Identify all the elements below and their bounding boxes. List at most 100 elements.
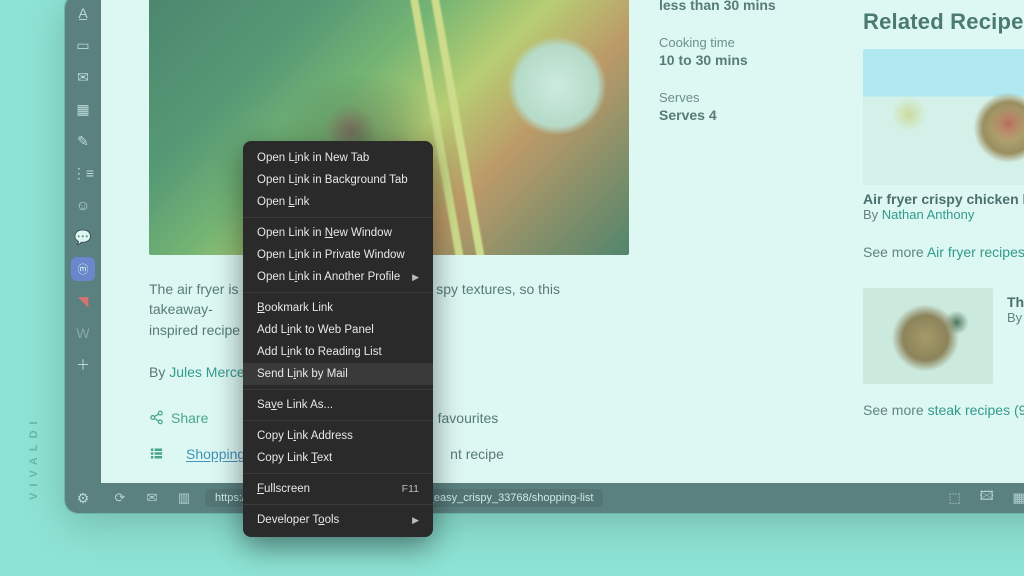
list-icon <box>149 446 164 461</box>
desc-frag-3: inspired recipe <box>149 322 240 338</box>
contacts-icon[interactable]: ☺ <box>71 193 95 217</box>
context-menu-item-label: Open Link in New Window <box>257 227 392 239</box>
context-menu-item[interactable]: Developer Tools ▶ <box>243 509 433 531</box>
tasks-icon[interactable]: ✎ <box>71 129 95 153</box>
browser-window: A̲ ▭ ✉ ▦ ✎ ⋮≡ ☺ 💬 ⓜ ◥ W ＋ ⚙ The air frye… <box>64 0 1024 514</box>
context-menu-item-label: Add Link to Reading List <box>257 346 382 358</box>
related-card-1-byline: By Nathan Anthony <box>863 207 1024 222</box>
context-menu-item-label: Copy Link Text <box>257 452 332 464</box>
context-menu-item-label: Save Link As... <box>257 399 333 411</box>
context-menu-item-label: Add Link to Web Panel <box>257 324 374 336</box>
context-menu-item[interactable]: Copy Link Address <box>243 425 433 447</box>
panel-sidebar: A̲ ▭ ✉ ▦ ✎ ⋮≡ ☺ 💬 ⓜ ◥ W ＋ ⚙ <box>65 0 101 513</box>
chevron-right-icon: ▶ <box>412 515 419 526</box>
related-card-2-image <box>863 288 993 384</box>
context-menu-separator <box>243 420 433 421</box>
see-more-steak: See more steak recipes (94) <box>863 402 1024 418</box>
context-menu-item-label: Send Link by Mail <box>257 368 348 380</box>
rc1-by-prefix: By <box>863 207 882 222</box>
context-menu-item[interactable]: Copy Link Text <box>243 447 433 469</box>
context-menu-item[interactable]: Open Link <box>243 191 433 213</box>
related-card-1[interactable]: Air fryer crispy chicken burger By Natha… <box>863 49 1024 260</box>
context-menu-item-label: Open Link in Background Tab <box>257 174 408 186</box>
context-menu-item[interactable]: Add Link to Reading List <box>243 341 433 363</box>
context-menu-separator <box>243 292 433 293</box>
related-card-1-title: Air fryer crispy chicken burger <box>863 191 1024 207</box>
desc-frag-1: The air fryer is <box>149 281 238 297</box>
share-icon <box>149 410 164 425</box>
context-menu-separator <box>243 389 433 390</box>
context-menu-item-label: Open Link in Another Profile <box>257 271 400 283</box>
chat-icon[interactable]: 💬 <box>71 225 95 249</box>
related-card-1-image <box>863 49 1024 185</box>
serves-value: Serves 4 <box>659 107 849 123</box>
context-menu-separator <box>243 473 433 474</box>
serves-block: Serves Serves 4 <box>659 90 849 123</box>
sm2-prefix: See more <box>863 402 928 418</box>
add-panel-icon[interactable]: ＋ <box>71 353 95 377</box>
related-card-2[interactable]: Thai basil By Mary Be <box>863 288 1024 384</box>
context-menu-item[interactable]: Open Link in New Window <box>243 222 433 244</box>
see-more-airfryer-link[interactable]: Air fryer recipes (53) <box>927 244 1024 260</box>
related-card-2-byline: By Mary Be <box>1007 310 1024 325</box>
context-menu-item-label: Copy Link Address <box>257 430 353 442</box>
context-menu-separator <box>243 217 433 218</box>
context-menu-item-label: Bookmark Link <box>257 302 333 314</box>
context-menu-item[interactable]: Fullscreen F11 <box>243 478 433 500</box>
recipe-author-link[interactable]: Jules Mercer <box>169 364 249 380</box>
serves-label: Serves <box>659 90 849 105</box>
related-card-2-title: Thai basil <box>1007 294 1024 310</box>
vivaldi-icon[interactable]: ◥ <box>71 289 95 313</box>
context-menu-item[interactable]: Open Link in Background Tab <box>243 169 433 191</box>
share-label: Share <box>171 410 208 426</box>
context-menu-item-label: Open Link <box>257 196 309 208</box>
mail-icon[interactable]: ✉ <box>71 65 95 89</box>
see-more-airfryer: See more Air fryer recipes (53) <box>863 244 1024 260</box>
context-menu-item[interactable]: Bookmark Link <box>243 297 433 319</box>
by-prefix: By <box>149 364 169 380</box>
page-actions-icon[interactable]: ▦ <box>1008 490 1024 506</box>
context-menu-item-label: Open Link in Private Window <box>257 249 405 261</box>
settings-icon[interactable]: ⚙ <box>71 489 95 513</box>
page-content: The air fryer is spy textures, so this t… <box>101 0 1024 483</box>
context-menu-item[interactable]: Open Link in Another Profile▶ <box>243 266 433 288</box>
context-menu-item[interactable]: Open Link in New Tab <box>243 147 433 169</box>
translate-icon[interactable]: A̲ <box>71 1 95 25</box>
share-button[interactable]: Share <box>149 410 208 426</box>
wikipedia-icon[interactable]: W <box>71 321 95 345</box>
sync-icon[interactable]: ⟳ <box>109 490 131 506</box>
cook-time-value: 10 to 30 mins <box>659 52 849 68</box>
context-menu-item[interactable]: Open Link in Private Window <box>243 244 433 266</box>
prep-time-value: less than 30 mins <box>659 0 849 13</box>
related-card-1-author[interactable]: Nathan Anthony <box>882 207 975 222</box>
prep-time-block: less than 30 mins <box>659 0 849 13</box>
feeds-icon[interactable]: ⋮≡ <box>71 161 95 185</box>
sm1-prefix: See more <box>863 244 927 260</box>
context-menu-item-label: Fullscreen <box>257 483 310 495</box>
rc2-by-prefix: By <box>1007 310 1024 325</box>
link-context-menu[interactable]: Open Link in New Tab Open Link in Backgro… <box>243 141 433 537</box>
cook-time-block: Cooking time 10 to 30 mins <box>659 35 849 68</box>
mail-status-icon[interactable]: ✉ <box>141 490 163 506</box>
see-more-steak-link[interactable]: steak recipes (94) <box>928 402 1024 418</box>
context-menu-item-label: Developer Tools <box>257 514 339 526</box>
tiling-icon[interactable]: ▥ <box>173 490 195 506</box>
context-menu-item[interactable]: Send Link by Mail <box>243 363 433 385</box>
calendar-icon[interactable]: ▦ <box>71 97 95 121</box>
context-menu-item-label: Open Link in New Tab <box>257 152 369 164</box>
related-title: Related Recipes <box>863 9 1024 35</box>
vivaldi-brand: VIVALDI <box>28 415 40 500</box>
mastodon-icon[interactable]: ⓜ <box>71 257 95 281</box>
status-bar: ⟳ ✉ ▥ https://www.bbc.co.uk/food/recipes… <box>101 483 1024 513</box>
cook-time-label: Cooking time <box>659 35 849 50</box>
context-menu-separator <box>243 504 433 505</box>
panel-icon[interactable]: ▭ <box>71 33 95 57</box>
related-recipes: Related Recipes Air fryer crispy chicken… <box>863 9 1024 418</box>
print-recipe-link[interactable]: nt recipe <box>450 446 504 462</box>
context-menu-item[interactable]: Save Link As... <box>243 394 433 416</box>
context-menu-item[interactable]: Add Link to Web Panel <box>243 319 433 341</box>
context-menu-shortcut: F11 <box>402 483 419 495</box>
image-toggle-icon[interactable]: 🖾 <box>976 487 998 509</box>
capture-icon[interactable]: ⬚ <box>944 490 966 506</box>
recipe-info: less than 30 mins Cooking time 10 to 30 … <box>659 0 849 145</box>
